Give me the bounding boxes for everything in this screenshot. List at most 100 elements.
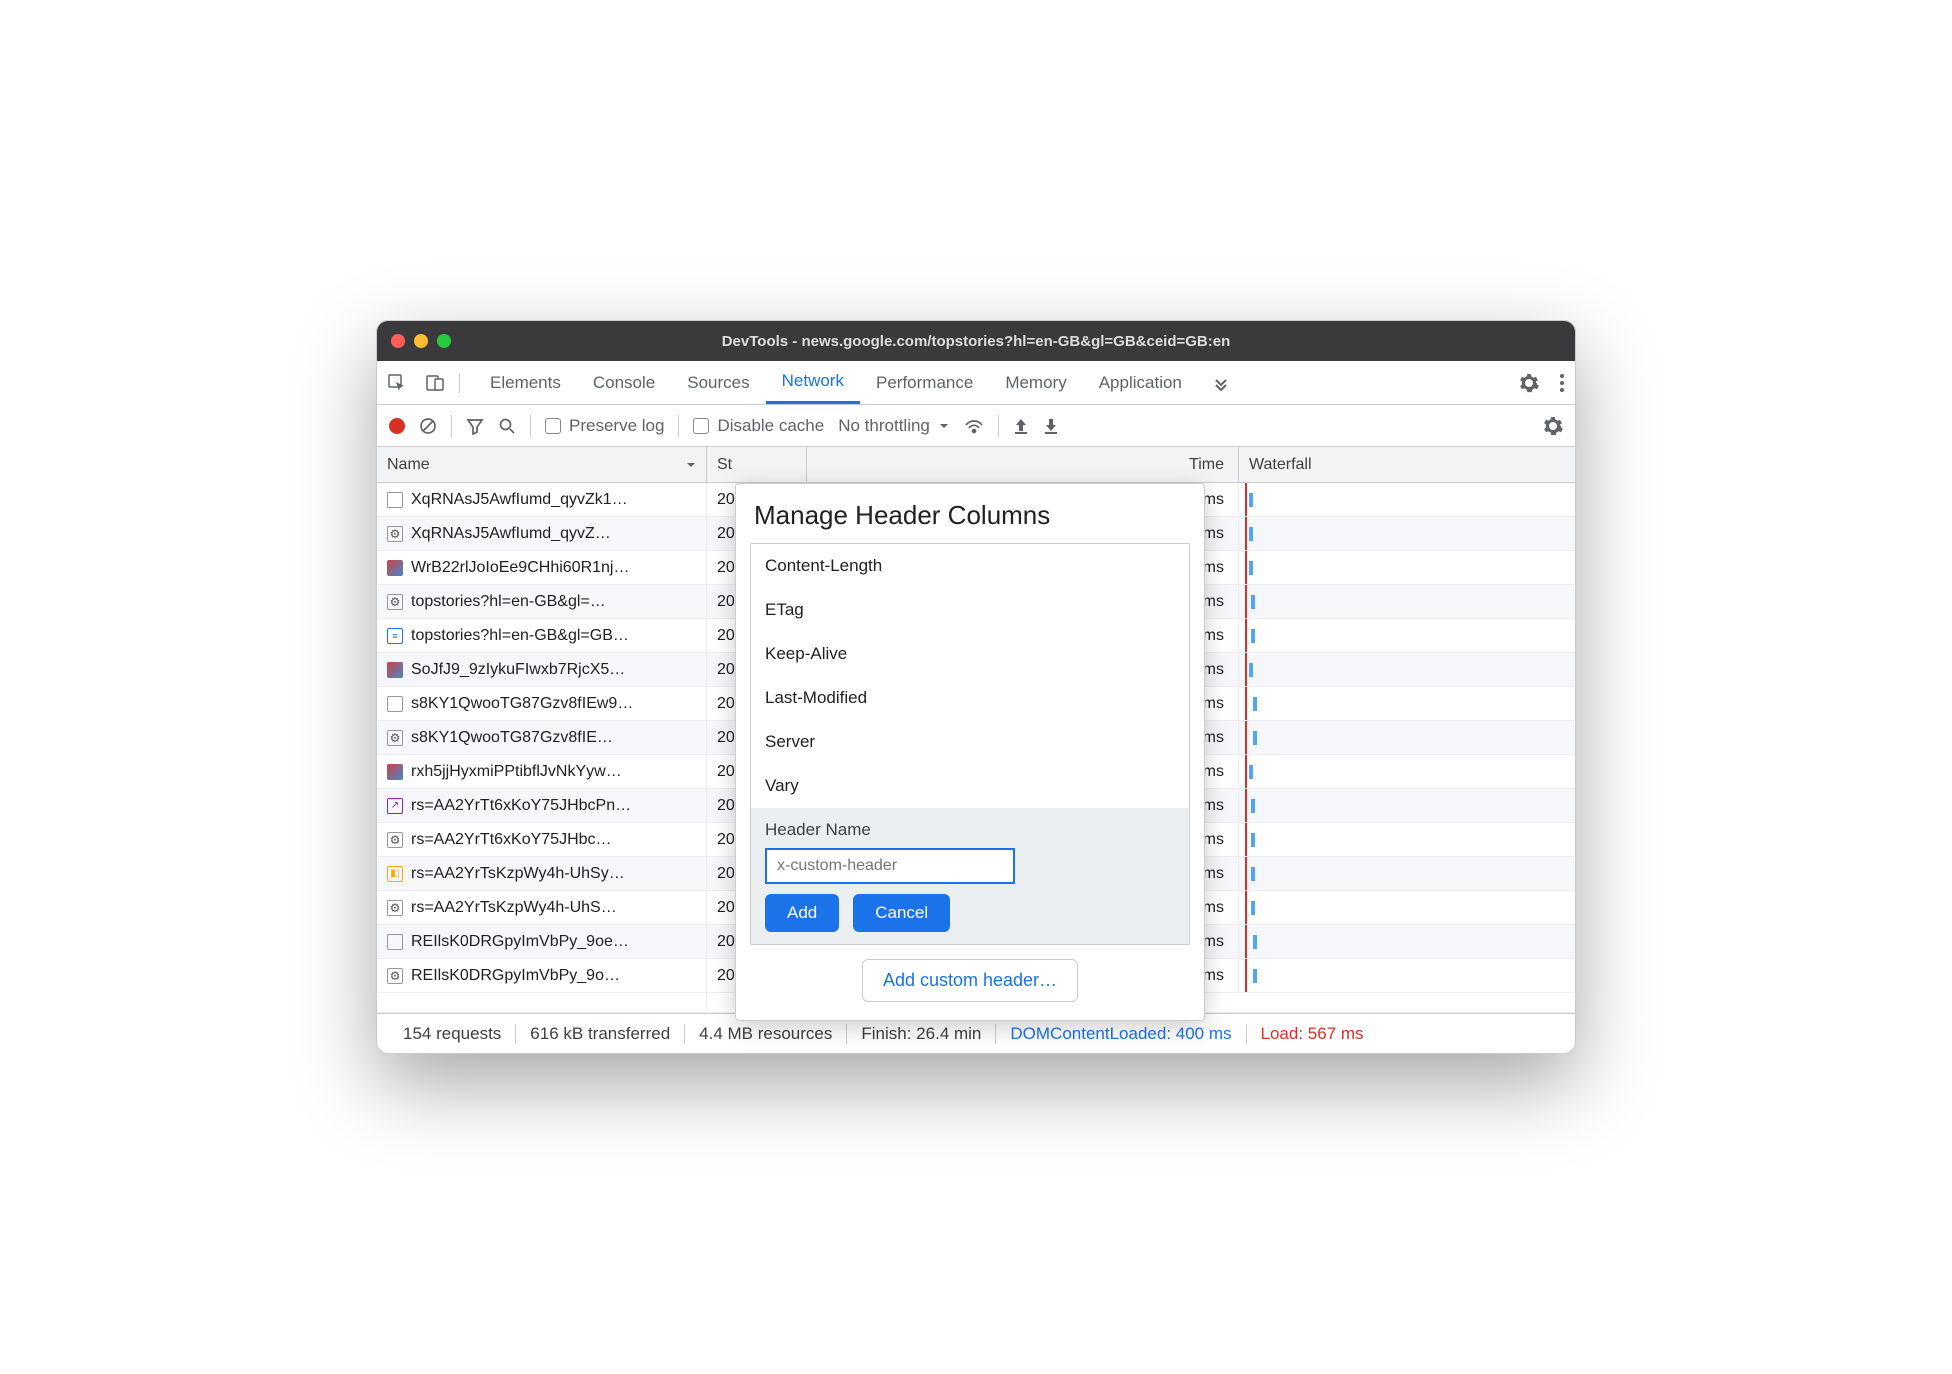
request-waterfall — [1239, 857, 1575, 890]
file-type-icon — [387, 662, 403, 678]
close-window-button[interactable] — [391, 334, 405, 348]
file-type-icon — [387, 866, 403, 882]
column-name[interactable]: Name — [377, 447, 707, 482]
upload-icon[interactable] — [1013, 417, 1029, 435]
header-column-item[interactable]: Keep-Alive — [751, 632, 1189, 676]
traffic-lights — [391, 334, 451, 348]
request-waterfall — [1239, 483, 1575, 516]
header-column-item[interactable]: Content-Length — [751, 544, 1189, 588]
preserve-log-checkbox[interactable]: Preserve log — [545, 416, 664, 436]
add-custom-header-button[interactable]: Add custom header… — [862, 959, 1078, 1002]
tab-performance[interactable]: Performance — [860, 361, 989, 404]
request-name: rs=AA2YrTt6xKoY75JHbc… — [411, 831, 612, 849]
disable-cache-label: Disable cache — [717, 416, 824, 436]
status-load: Load: 567 ms — [1247, 1024, 1378, 1044]
request-name: SoJfJ9_9zIykuFIwxb7RjcX5… — [411, 661, 625, 679]
maximize-window-button[interactable] — [437, 334, 451, 348]
file-type-icon — [387, 560, 403, 576]
file-type-icon — [387, 764, 403, 780]
file-type-icon — [387, 492, 403, 508]
inspect-icon[interactable] — [387, 373, 407, 393]
file-type-icon — [387, 968, 403, 984]
request-waterfall — [1239, 755, 1575, 788]
file-type-icon — [387, 594, 403, 610]
settings-icon[interactable] — [1519, 373, 1539, 393]
tab-application[interactable]: Application — [1083, 361, 1198, 404]
panel-tabs: ElementsConsoleSourcesNetworkPerformance… — [377, 361, 1575, 405]
record-button[interactable] — [389, 418, 405, 434]
request-name: WrB22rlJoIoEe9CHhi60R1nj… — [411, 559, 629, 577]
request-name: rs=AA2YrTsKzpWy4h-UhS… — [411, 899, 617, 917]
request-waterfall — [1239, 721, 1575, 754]
add-button[interactable]: Add — [765, 894, 839, 932]
devtools-window: DevTools - news.google.com/topstories?hl… — [376, 320, 1576, 1054]
request-waterfall — [1239, 789, 1575, 822]
table-header: Name St Time Waterfall — [377, 447, 1575, 483]
file-type-icon — [387, 730, 403, 746]
titlebar: DevTools - news.google.com/topstories?hl… — [377, 321, 1575, 361]
disable-cache-checkbox[interactable]: Disable cache — [693, 416, 824, 436]
preserve-log-label: Preserve log — [569, 416, 664, 436]
request-waterfall — [1239, 687, 1575, 720]
request-name: topstories?hl=en-GB&gl=… — [411, 593, 606, 611]
request-name: s8KY1QwooTG87Gzv8fIEw9… — [411, 695, 633, 713]
request-waterfall — [1239, 925, 1575, 958]
network-conditions-icon[interactable] — [964, 418, 984, 434]
kebab-menu-icon[interactable] — [1559, 373, 1565, 393]
header-column-item[interactable]: Vary — [751, 764, 1189, 808]
request-waterfall — [1239, 619, 1575, 652]
status-resources: 4.4 MB resources — [685, 1024, 847, 1044]
more-tabs-icon[interactable] — [1198, 374, 1244, 392]
file-type-icon — [387, 798, 403, 814]
device-toggle-icon[interactable] — [425, 373, 445, 393]
file-type-icon — [387, 628, 403, 644]
window-title: DevTools - news.google.com/topstories?hl… — [377, 333, 1575, 350]
request-waterfall — [1239, 551, 1575, 584]
throttling-select[interactable]: No throttling — [838, 416, 950, 436]
request-name: s8KY1QwooTG87Gzv8fIE… — [411, 729, 613, 747]
tab-elements[interactable]: Elements — [474, 361, 577, 404]
tab-memory[interactable]: Memory — [989, 361, 1082, 404]
request-waterfall — [1239, 891, 1575, 924]
minimize-window-button[interactable] — [414, 334, 428, 348]
header-column-item[interactable]: Last-Modified — [751, 676, 1189, 720]
request-name: rs=AA2YrTsKzpWy4h-UhSy… — [411, 865, 625, 883]
filter-icon[interactable] — [466, 417, 484, 435]
header-list: Content-LengthETagKeep-AliveLast-Modifie… — [750, 543, 1190, 945]
network-toolbar: Preserve log Disable cache No throttling — [377, 405, 1575, 447]
manage-header-columns-dialog: Manage Header Columns Content-LengthETag… — [735, 483, 1205, 1021]
header-name-label: Header Name — [765, 820, 1175, 840]
file-type-icon — [387, 900, 403, 916]
file-type-icon — [387, 526, 403, 542]
status-transferred: 616 kB transferred — [516, 1024, 685, 1044]
file-type-icon — [387, 934, 403, 950]
header-column-item[interactable]: ETag — [751, 588, 1189, 632]
tabs-container: ElementsConsoleSourcesNetworkPerformance… — [474, 361, 1198, 404]
clear-icon[interactable] — [419, 417, 437, 435]
table-body: XqRNAsJ5AwfIumd_qyvZk1…202 msXqRNAsJ5Awf… — [377, 483, 1575, 993]
request-waterfall — [1239, 517, 1575, 550]
column-time[interactable]: Time — [807, 447, 1239, 482]
header-column-item[interactable]: Server — [751, 720, 1189, 764]
column-status[interactable]: St — [707, 447, 807, 482]
status-requests: 154 requests — [389, 1024, 516, 1044]
request-waterfall — [1239, 959, 1575, 992]
tab-network[interactable]: Network — [766, 361, 860, 404]
download-icon[interactable] — [1043, 417, 1059, 435]
cancel-button[interactable]: Cancel — [853, 894, 950, 932]
request-waterfall — [1239, 823, 1575, 856]
request-name: topstories?hl=en-GB&gl=GB… — [411, 627, 629, 645]
tab-console[interactable]: Console — [577, 361, 671, 404]
throttling-value: No throttling — [838, 416, 930, 436]
dialog-title: Manage Header Columns — [736, 484, 1204, 543]
tab-sources[interactable]: Sources — [671, 361, 765, 404]
request-name: rs=AA2YrTt6xKoY75JHbcPn… — [411, 797, 631, 815]
header-name-input[interactable] — [765, 848, 1015, 884]
search-icon[interactable] — [498, 417, 516, 435]
panel-settings-icon[interactable] — [1543, 416, 1563, 436]
file-type-icon — [387, 696, 403, 712]
column-waterfall[interactable]: Waterfall — [1239, 447, 1575, 482]
request-name: REIlsK0DRGpyImVbPy_9o… — [411, 967, 620, 985]
file-type-icon — [387, 832, 403, 848]
request-name: XqRNAsJ5AwfIumd_qyvZk1… — [411, 491, 628, 509]
